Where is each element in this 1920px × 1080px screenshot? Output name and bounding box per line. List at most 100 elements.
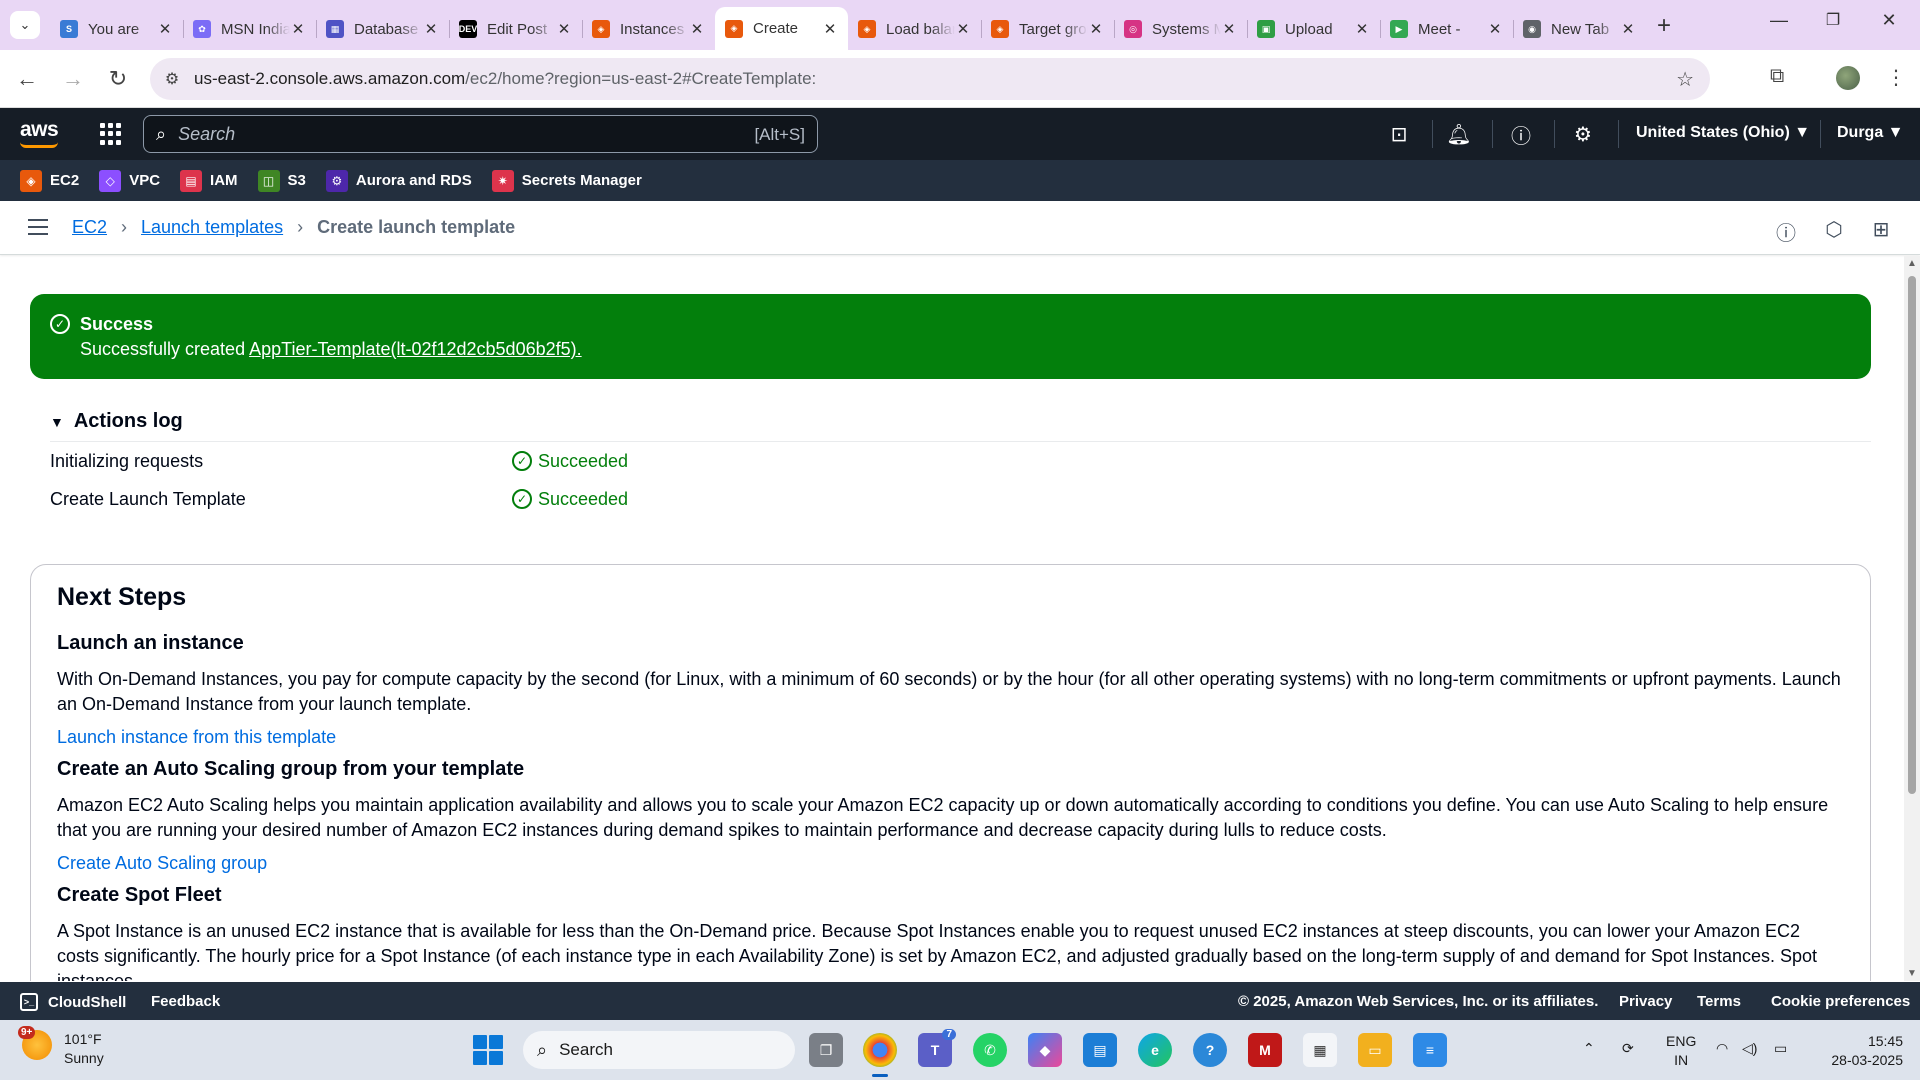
sync-icon[interactable]: ⟳ bbox=[1622, 1040, 1634, 1057]
task-view-icon[interactable]: ❐ bbox=[809, 1033, 843, 1067]
browser-tab[interactable]: ◈ Instances ✕ bbox=[582, 11, 715, 47]
actions-log-header[interactable]: ▼ Actions log bbox=[50, 410, 1871, 442]
help-app-icon[interactable]: ? bbox=[1193, 1033, 1227, 1067]
browser-tab[interactable]: ◉ New Tab ✕ bbox=[1513, 11, 1646, 47]
tab-close-icon[interactable]: ✕ bbox=[822, 20, 838, 38]
scroll-up-arrow-icon[interactable]: ▲ bbox=[1907, 258, 1917, 269]
extensions-puzzle-icon[interactable]: ⧉ bbox=[1770, 65, 1784, 88]
terms-link[interactable]: Terms bbox=[1697, 993, 1741, 1010]
edge-icon[interactable]: e bbox=[1138, 1033, 1172, 1067]
tab-close-icon[interactable]: ✕ bbox=[955, 20, 971, 38]
browser-tab-strip: ⌄ S You are ✕ ✿ MSN India ✕ ▦ Database ✕ DEV Edit … bbox=[0, 0, 1920, 50]
close-window-icon[interactable]: ✕ bbox=[1874, 10, 1904, 31]
breadcrumb-launch-templates[interactable]: Launch templates bbox=[141, 217, 283, 238]
tab-close-icon[interactable]: ✕ bbox=[556, 20, 572, 38]
tab-close-icon[interactable]: ✕ bbox=[1487, 20, 1503, 38]
reload-icon[interactable]: ↻ bbox=[103, 64, 133, 94]
cookie-preferences-link[interactable]: Cookie preferences bbox=[1771, 993, 1910, 1010]
account-menu[interactable]: Durga ▼ bbox=[1837, 124, 1904, 142]
template-link[interactable]: AppTier-Template(lt-02f12d2cb5d06b2f5). bbox=[249, 339, 582, 359]
tab-close-icon[interactable]: ✕ bbox=[1354, 20, 1370, 38]
forward-arrow-icon[interactable]: → bbox=[58, 64, 88, 94]
notifications-settings-icon[interactable]: ⬡ bbox=[1822, 217, 1846, 242]
tab-close-icon[interactable]: ✕ bbox=[1221, 20, 1237, 38]
side-nav-menu-icon[interactable] bbox=[28, 219, 48, 240]
next-step-heading: Create an Auto Scaling group from your t… bbox=[57, 758, 525, 780]
copilot-icon[interactable]: ◆ bbox=[1028, 1033, 1062, 1067]
next-step-heading: Create Spot Fleet bbox=[57, 884, 222, 906]
browser-tab[interactable]: ◈ Create ✕ bbox=[715, 7, 848, 50]
favorite-service[interactable]: ◈ EC2 bbox=[20, 169, 79, 192]
clock[interactable]: 15:45 28-03-2025 bbox=[1817, 1032, 1903, 1070]
favorite-service[interactable]: ✷ Secrets Manager bbox=[491, 169, 642, 192]
browser-toolbar: ← → ↻ ⚙ us-east-2.console.aws.amazon.com… bbox=[0, 50, 1920, 108]
teams-icon[interactable]: T7 bbox=[918, 1029, 956, 1067]
site-info-icon[interactable]: ⚙ bbox=[150, 69, 194, 89]
browser-tab[interactable]: ▣ Upload ✕ bbox=[1247, 11, 1380, 47]
favorite-service[interactable]: ◇ VPC bbox=[99, 169, 160, 192]
url-text[interactable]: us-east-2.console.aws.amazon.com/ec2/hom… bbox=[194, 69, 816, 89]
browser-tab[interactable]: ▦ Database ✕ bbox=[316, 11, 449, 47]
scrollbar-thumb[interactable] bbox=[1908, 276, 1916, 794]
microsoft-store-icon[interactable]: ▦ bbox=[1303, 1033, 1337, 1067]
scroll-down-arrow-icon[interactable]: ▼ bbox=[1907, 968, 1917, 979]
cloudshell-terminal-icon[interactable]: ⊡ bbox=[1386, 121, 1412, 147]
file-explorer-icon[interactable]: ▭ bbox=[1358, 1033, 1392, 1067]
chrome-icon[interactable] bbox=[863, 1033, 897, 1067]
browser-tab[interactable]: ▶ Meet - ✕ bbox=[1380, 11, 1513, 47]
next-step-link[interactable]: Create Auto Scaling group bbox=[57, 853, 1844, 874]
tab-close-icon[interactable]: ✕ bbox=[1620, 20, 1636, 38]
display-preferences-icon[interactable]: ⊞ bbox=[1869, 217, 1893, 242]
bookmark-star-icon[interactable]: ☆ bbox=[1676, 67, 1694, 92]
profile-avatar[interactable] bbox=[1836, 66, 1860, 90]
feedback-button[interactable]: Feedback bbox=[151, 993, 220, 1010]
breadcrumb-ec2[interactable]: EC2 bbox=[72, 217, 107, 238]
tab-search-chevron-icon[interactable]: ⌄ bbox=[10, 11, 40, 39]
volume-icon[interactable]: ◁) bbox=[1742, 1040, 1757, 1057]
browser-tab[interactable]: S You are ✕ bbox=[50, 11, 183, 47]
info-icon[interactable]: ⓘ bbox=[1774, 217, 1798, 246]
browser-tab[interactable]: DEV Edit Post ✕ bbox=[449, 11, 582, 47]
whatsapp-icon[interactable]: ✆ bbox=[973, 1033, 1007, 1067]
page-scrollbar[interactable]: ▲ ▼ bbox=[1904, 256, 1920, 981]
browser-menu-icon[interactable]: ⋮ bbox=[1886, 65, 1906, 90]
windows-start-icon[interactable] bbox=[473, 1035, 503, 1065]
browser-tab[interactable]: ◈ Target groups✕ bbox=[981, 11, 1114, 47]
battery-icon[interactable]: ▭ bbox=[1774, 1040, 1787, 1057]
favorite-service[interactable]: ◫ S3 bbox=[257, 169, 306, 192]
minimize-icon[interactable]: — bbox=[1764, 10, 1794, 31]
new-tab-plus-icon[interactable]: + bbox=[1650, 12, 1678, 40]
services-grid-icon[interactable] bbox=[100, 123, 122, 145]
tab-close-icon[interactable]: ✕ bbox=[157, 20, 173, 38]
caret-down-icon[interactable]: ▼ bbox=[50, 414, 64, 430]
next-step-link[interactable]: Launch instance from this template bbox=[57, 727, 1844, 748]
language-indicator[interactable]: ENG IN bbox=[1666, 1032, 1696, 1070]
weather-widget[interactable]: 9+ 101°F Sunny bbox=[18, 1026, 104, 1068]
restore-icon[interactable]: ❐ bbox=[1818, 10, 1848, 30]
taskbar-search[interactable]: ⌕ Search bbox=[523, 1031, 795, 1069]
aws-logo[interactable]: aws bbox=[20, 118, 59, 142]
tab-close-icon[interactable]: ✕ bbox=[689, 20, 705, 38]
browser-tab[interactable]: ◎ Systems Manager✕ bbox=[1114, 11, 1247, 47]
favorite-service[interactable]: ⚙ Aurora and RDS bbox=[325, 169, 472, 192]
tab-close-icon[interactable]: ✕ bbox=[1088, 20, 1104, 38]
browser-tab[interactable]: ✿ MSN India ✕ bbox=[183, 11, 316, 47]
store-app-icon[interactable]: ▤ bbox=[1083, 1033, 1117, 1067]
privacy-link[interactable]: Privacy bbox=[1619, 993, 1672, 1010]
region-selector[interactable]: United States (Ohio) ▼ bbox=[1636, 124, 1810, 142]
notepad-icon[interactable]: ≡ bbox=[1413, 1033, 1447, 1067]
settings-gear-icon[interactable]: ⚙ bbox=[1570, 121, 1596, 147]
favorite-service[interactable]: ▤ IAM bbox=[180, 169, 238, 192]
cloudshell-button[interactable]: >_ CloudShell bbox=[20, 993, 126, 1011]
aws-search-input[interactable]: ⌕ Search [Alt+S] bbox=[143, 115, 818, 153]
address-bar[interactable]: ⚙ us-east-2.console.aws.amazon.com/ec2/h… bbox=[150, 58, 1710, 100]
notifications-bell-icon[interactable]: 🔔︎ bbox=[1446, 121, 1472, 147]
tab-close-icon[interactable]: ✕ bbox=[423, 20, 439, 38]
browser-tab[interactable]: ◈ Load balancers✕ bbox=[848, 11, 981, 47]
mcafee-icon[interactable]: M bbox=[1248, 1033, 1282, 1067]
show-hidden-icons-chevron-icon[interactable]: ⌃ bbox=[1583, 1040, 1595, 1057]
wifi-icon[interactable]: ◠ bbox=[1716, 1040, 1728, 1057]
help-icon[interactable]: ⓘ bbox=[1508, 121, 1534, 148]
back-arrow-icon[interactable]: ← bbox=[12, 64, 42, 94]
tab-close-icon[interactable]: ✕ bbox=[290, 20, 306, 38]
